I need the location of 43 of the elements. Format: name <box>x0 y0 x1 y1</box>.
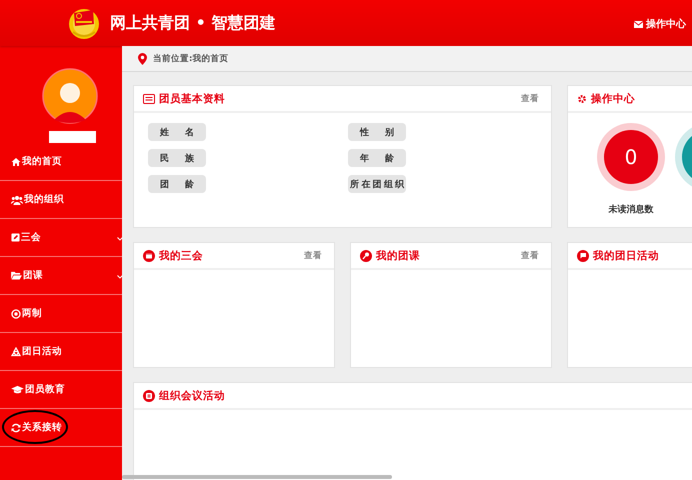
people-icon <box>11 194 23 204</box>
mail-icon <box>634 20 643 28</box>
nav-link[interactable]: 团课 <box>11 269 43 282</box>
field-label: 民族 <box>148 149 206 167</box>
id-card-icon <box>143 94 155 104</box>
card-title: 我的三会 <box>159 248 203 262</box>
location-pin-icon <box>138 52 147 64</box>
field-label: 团龄 <box>148 175 206 193</box>
graduation-cap-icon <box>11 385 24 394</box>
edit-icon <box>11 233 20 242</box>
stat-label: 未读消息数 <box>608 203 654 216</box>
avatar-silhouette <box>42 68 98 124</box>
field-label: 年龄 <box>348 149 406 167</box>
nav-link[interactable]: 团员教育 <box>11 383 65 396</box>
nav-link[interactable]: 三会 <box>11 231 41 244</box>
card-title: 团员基本资料 <box>159 92 225 106</box>
nav-link[interactable]: 我的首页 <box>11 155 62 168</box>
name-placeholder-block <box>49 131 96 143</box>
breadcrumb: 当前位置:我的首页 <box>153 52 228 64</box>
league-emblem-icon <box>67 6 101 40</box>
folder-icon <box>11 271 22 280</box>
field-label: 性别 <box>348 123 406 141</box>
nav-link[interactable]: 两制 <box>11 307 42 320</box>
nav-link[interactable]: 关系接转 <box>11 421 62 434</box>
target-icon <box>11 308 21 318</box>
app-title: 网上共青团 • 智慧团建 <box>110 12 276 34</box>
field-label: 所在团组织 <box>348 175 406 193</box>
card-title: 操作中心 <box>591 92 635 106</box>
card-title: 我的团课 <box>376 248 420 262</box>
home-icon <box>11 156 21 166</box>
card-title: 我的团日活动 <box>593 248 659 262</box>
field-label: 姓名 <box>148 123 206 141</box>
calendar-icon <box>143 250 155 262</box>
view-link[interactable]: 查看 <box>304 250 322 262</box>
nav-link[interactable]: 团日活动 <box>11 345 62 358</box>
refresh-icon <box>11 422 21 432</box>
nav-link[interactable]: 我的组织 <box>11 193 64 206</box>
document-icon <box>143 390 155 402</box>
view-link[interactable]: 查看 <box>521 92 539 104</box>
view-link[interactable]: 查看 <box>521 250 539 262</box>
count-circle[interactable]: 0 <box>604 130 658 184</box>
operation-center-link[interactable]: 操作中心 <box>634 17 686 31</box>
card-title: 组织会议活动 <box>159 388 225 402</box>
